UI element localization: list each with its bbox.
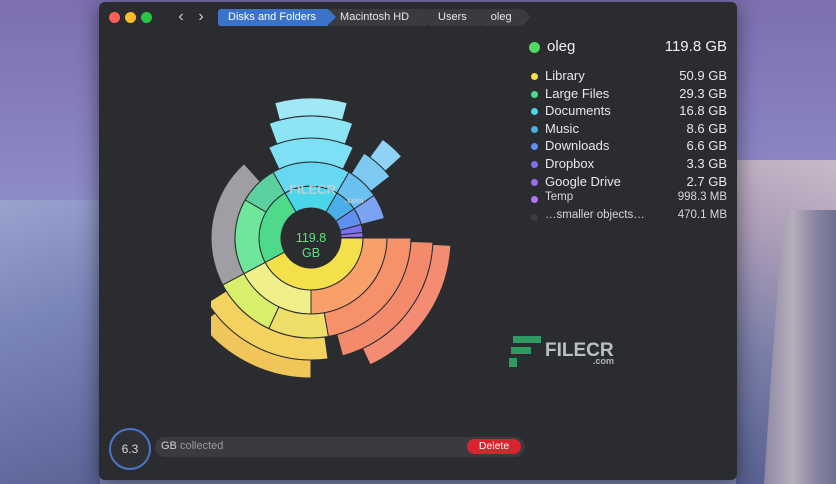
breadcrumb-users[interactable]: Users	[428, 9, 487, 26]
legend-panel: oleg 119.8 GB Library 50.9 GB Large Files 2…	[527, 38, 729, 225]
breadcrumb-macintosh-hd[interactable]: Macintosh HD	[330, 9, 435, 26]
legend-dot-icon	[531, 90, 538, 98]
legend-item-size: 998.3 MB	[677, 191, 727, 204]
watermark-subtext-2: .com	[593, 356, 615, 366]
legend-item-name: Downloads	[545, 138, 610, 154]
delete-button[interactable]: Delete	[467, 439, 521, 454]
close-button[interactable]	[109, 12, 120, 23]
legend-item-name: Music	[545, 120, 579, 136]
legend-item[interactable]: Library 50.9 GB	[527, 67, 729, 85]
legend-dot-icon	[531, 160, 538, 168]
legend-item[interactable]: Large Files 29.3 GB	[527, 85, 729, 103]
legend-item-size: 16.8 GB	[679, 103, 727, 119]
legend-item-size: 6.6 GB	[686, 138, 727, 154]
breadcrumb-oleg[interactable]: oleg	[480, 9, 531, 26]
legend-item-name: Documents	[545, 103, 611, 119]
legend-item-size: 50.9 GB	[679, 68, 727, 83]
breadcrumb: Disks and Folders Macintosh HD Users ole…	[218, 9, 531, 26]
zoom-button[interactable]	[141, 12, 152, 23]
legend-item-size: 8.6 GB	[686, 120, 727, 136]
legend-dot-icon	[531, 143, 538, 151]
collected-unit: GB	[161, 440, 177, 452]
legend-dot-icon	[531, 178, 538, 186]
chevron-right-icon[interactable]: ›	[193, 8, 209, 26]
collector-bar[interactable]: GB collected Delete	[155, 437, 525, 457]
legend-dot-icon	[531, 196, 538, 204]
root-size: 119.8 GB	[664, 38, 727, 55]
legend-item-size: 470.1 MB	[677, 208, 727, 221]
legend-root[interactable]: oleg 119.8 GB	[527, 38, 729, 60]
legend-item[interactable]: Music 8.6 GB	[527, 120, 729, 138]
legend-dot-icon	[531, 73, 538, 80]
legend-item-size: 2.7 GB	[686, 173, 727, 189]
legend-dot-icon	[531, 125, 538, 133]
watermark-subtext: .com	[345, 196, 364, 205]
legend-item[interactable]: Temp 998.3 MB	[527, 190, 729, 208]
watermark-logo-icon	[507, 334, 543, 368]
minimize-button[interactable]	[125, 12, 136, 23]
legend-dot-icon	[531, 108, 538, 116]
legend-item-size: 3.3 GB	[686, 155, 727, 171]
desktop-background-left	[0, 200, 100, 484]
legend-item-name: Temp	[545, 191, 574, 204]
legend-item-name: Library	[545, 68, 585, 83]
legend-item[interactable]: Documents 16.8 GB	[527, 102, 729, 120]
root-dot-icon	[529, 42, 540, 53]
collected-label: GB collected	[161, 440, 223, 452]
legend-item-name: Large Files	[545, 85, 610, 101]
daisydisk-window: ‹ › Disks and Folders Macintosh HD Users…	[99, 2, 737, 480]
legend-list: Library 50.9 GB Large Files 29.3 GB Document…	[527, 67, 729, 225]
watermark-text: FILECR	[289, 182, 336, 197]
root-name: oleg	[547, 38, 576, 55]
breadcrumb-disks-and-folders[interactable]: Disks and Folders	[218, 9, 337, 26]
collected-text: collected	[179, 440, 224, 452]
legend-item[interactable]: Downloads 6.6 GB	[527, 137, 729, 155]
legend-item-name: Google Drive	[545, 173, 621, 189]
bottom-bar: 6.3 GB collected Delete	[99, 424, 737, 480]
legend-item-size: 29.3 GB	[679, 85, 727, 101]
legend-item-name: …smaller objects…	[545, 208, 645, 221]
legend-item-name: Dropbox	[545, 155, 595, 171]
center-size-value: 119.8	[296, 231, 326, 245]
collected-gauge[interactable]: 6.3	[109, 428, 151, 470]
legend-item[interactable]: …smaller objects… 470.1 MB	[527, 208, 729, 226]
titlebar: ‹ › Disks and Folders Macintosh HD Users…	[99, 2, 737, 32]
legend-item[interactable]: Google Drive 2.7 GB	[527, 173, 729, 191]
legend-item[interactable]: Dropbox 3.3 GB	[527, 155, 729, 173]
chevron-left-icon[interactable]: ‹	[173, 8, 189, 26]
center-size-unit: GB	[302, 246, 320, 260]
legend-dot-icon	[531, 213, 538, 221]
